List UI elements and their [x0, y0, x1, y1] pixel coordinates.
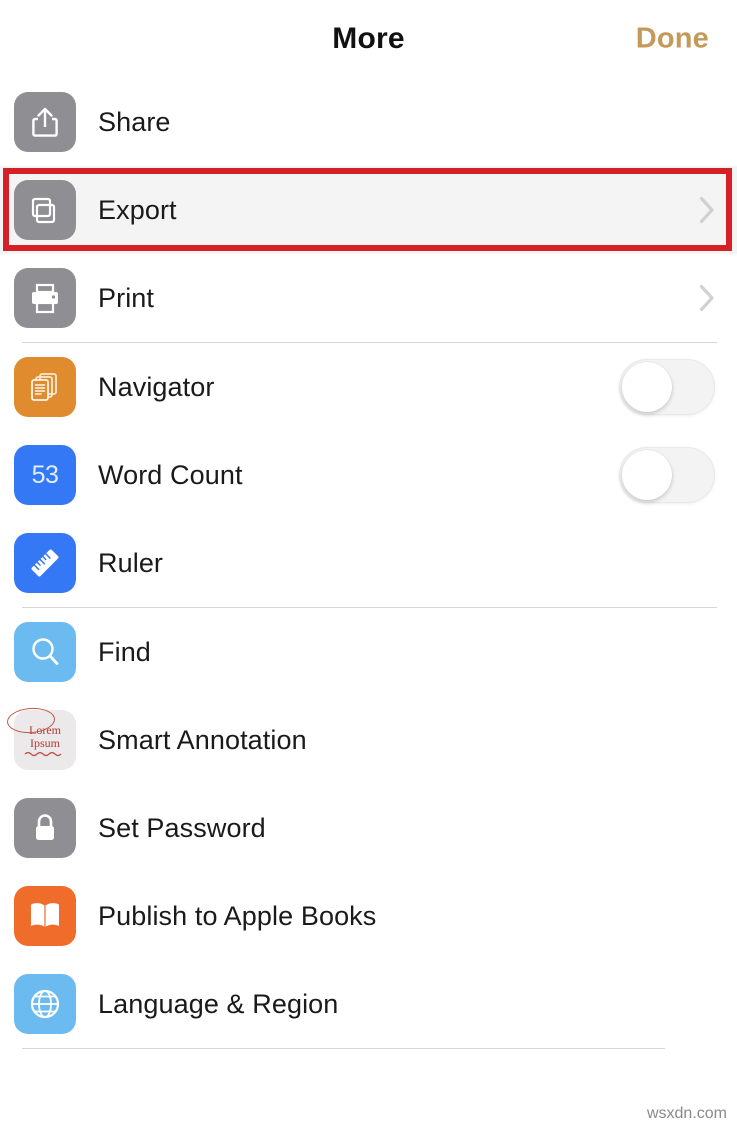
menu-item-label: Ruler: [98, 547, 164, 578]
menu-item-navigator[interactable]: Navigator: [0, 343, 737, 431]
smart-annotation-icon: Lorem Ipsum: [6, 706, 76, 770]
navigator-icon: [14, 357, 76, 417]
lock-icon: [14, 798, 76, 858]
menu-item-language-region[interactable]: Language & Region: [0, 960, 737, 1048]
menu-item-export[interactable]: Export: [0, 166, 737, 254]
more-menu-screen: More Done Share Export Print Navigator 5…: [0, 0, 737, 1129]
globe-icon: [14, 974, 76, 1034]
toggle-knob: [622, 362, 672, 412]
menu-item-publish-apple-books[interactable]: Publish to Apple Books: [0, 872, 737, 960]
export-icon: [14, 180, 76, 240]
menu-item-label: Set Password: [98, 812, 266, 843]
page-title: More: [332, 22, 405, 55]
menu-item-ruler[interactable]: Ruler: [0, 519, 737, 607]
menu-item-label: Word Count: [98, 459, 243, 490]
menu-group-document-actions: Share Export Print: [0, 78, 737, 342]
menu-group-view-options: Navigator 53 Word Count Ruler: [0, 343, 737, 607]
menu-item-label: Share: [98, 106, 171, 137]
find-icon: [14, 622, 76, 682]
menu-item-word-count[interactable]: 53 Word Count: [0, 431, 737, 519]
lorem-line-2: Ipsum: [30, 735, 60, 750]
toggle-knob: [622, 450, 672, 500]
menu-item-label: Language & Region: [98, 988, 339, 1019]
word-count-value: 53: [31, 460, 59, 489]
word-count-icon: 53: [14, 445, 76, 505]
menu-item-label: Export: [98, 194, 177, 225]
squiggle-underline-icon: [24, 751, 62, 756]
menu-item-share[interactable]: Share: [0, 78, 737, 166]
chevron-right-icon: [699, 196, 714, 224]
word-count-toggle[interactable]: [619, 447, 715, 503]
menu-item-label: Smart Annotation: [98, 724, 307, 755]
ruler-icon: [14, 533, 76, 593]
menu-item-set-password[interactable]: Set Password: [0, 784, 737, 872]
book-icon: [14, 886, 76, 946]
menu-item-label: Navigator: [98, 371, 215, 402]
navigation-bar: More Done: [0, 0, 737, 78]
menu-item-smart-annotation[interactable]: Lorem Ipsum Smart Annotation: [0, 696, 737, 784]
navigator-toggle[interactable]: [619, 359, 715, 415]
chevron-right-icon: [699, 284, 714, 312]
menu-item-label: Find: [98, 636, 151, 667]
menu-item-label: Print: [98, 282, 155, 313]
print-icon: [14, 268, 76, 328]
menu-group-tools: Find Lorem Ipsum Smart Annotation Set Pa…: [0, 608, 737, 1048]
share-icon: [14, 92, 76, 152]
done-button[interactable]: Done: [636, 23, 709, 56]
menu-item-print[interactable]: Print: [0, 254, 737, 342]
group-separator-3: [22, 1048, 665, 1049]
menu-item-find[interactable]: Find: [0, 608, 737, 696]
menu-item-label: Publish to Apple Books: [98, 900, 377, 931]
watermark: wsxdn.com: [646, 1105, 727, 1122]
